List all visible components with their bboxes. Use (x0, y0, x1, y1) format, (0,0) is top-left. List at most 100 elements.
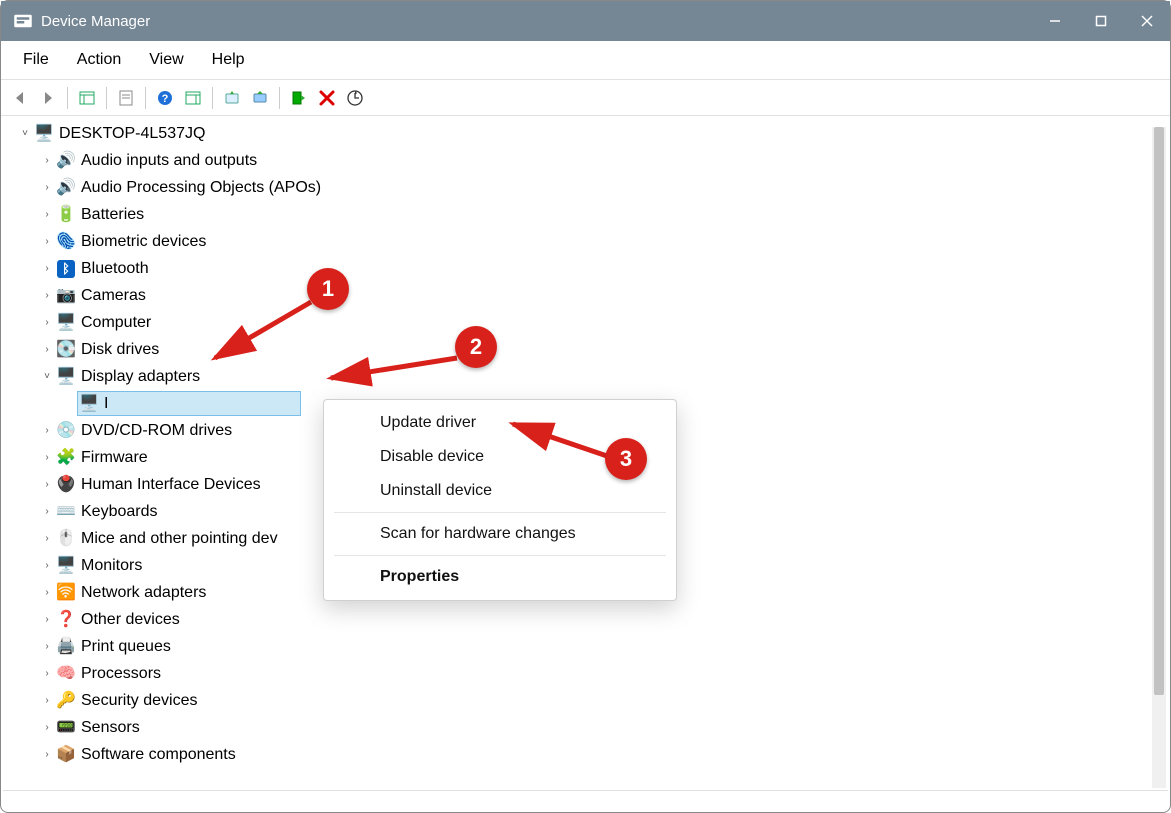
update-driver-button[interactable] (247, 85, 273, 111)
maximize-button[interactable] (1078, 1, 1124, 41)
callout-1: 1 (307, 268, 349, 310)
scrollbar-thumb[interactable] (1154, 127, 1164, 695)
tree-category-label: Network adapters (77, 584, 206, 602)
tree-category-label: Disk drives (77, 341, 159, 359)
toolbar-separator (67, 87, 68, 109)
window-buttons (1032, 1, 1170, 41)
category-icon: 📷 (55, 288, 77, 304)
category-icon: ᛒ (55, 260, 77, 278)
category-icon: 🖨️ (55, 639, 77, 655)
category-icon: 🖲️ (55, 477, 77, 493)
expand-arrow-icon[interactable]: › (39, 182, 55, 193)
tree-category[interactable]: › 📦 Software components (39, 741, 1170, 768)
tree-category-label: Firmware (77, 449, 148, 467)
device-label: I (100, 395, 300, 413)
properties-button[interactable] (113, 85, 139, 111)
category-icon: 🛜 (55, 585, 77, 601)
expand-arrow-icon[interactable]: › (39, 452, 55, 463)
tree-root[interactable]: ˅ 🖥️ DESKTOP-4L537JQ (17, 120, 1170, 147)
back-button[interactable] (7, 85, 33, 111)
tree-category-label: Sensors (77, 719, 140, 737)
tree-category[interactable]: › 🔊 Audio inputs and outputs (39, 147, 1170, 174)
category-icon: ❓ (55, 612, 77, 628)
expand-arrow-icon[interactable]: › (39, 425, 55, 436)
titlebar: Device Manager (1, 1, 1170, 41)
ctx-properties[interactable]: Properties (324, 560, 676, 594)
expand-arrow-icon[interactable]: › (39, 479, 55, 490)
tree-category[interactable]: › ᛒ Bluetooth (39, 255, 1170, 282)
toolbar-separator (145, 87, 146, 109)
category-icon: 🔋 (55, 207, 77, 223)
tree-category-label: Display adapters (77, 368, 200, 386)
expand-arrow-icon[interactable]: › (39, 263, 55, 274)
expand-arrow-icon[interactable]: › (39, 695, 55, 706)
action-panel-button[interactable] (180, 85, 206, 111)
expand-arrow-icon[interactable]: › (39, 317, 55, 328)
ctx-scan-hardware[interactable]: Scan for hardware changes (324, 517, 676, 551)
expand-arrow-icon[interactable]: ˅ (17, 128, 33, 139)
tree-category[interactable]: › 🔊 Audio Processing Objects (APOs) (39, 174, 1170, 201)
tree-category-label: Audio inputs and outputs (77, 152, 257, 170)
close-button[interactable] (1124, 1, 1170, 41)
category-icon: 📦 (55, 747, 77, 763)
tree-category-label: Print queues (77, 638, 171, 656)
uninstall-device-button[interactable] (314, 85, 340, 111)
menu-view[interactable]: View (135, 45, 197, 75)
tree-category-label: Security devices (77, 692, 198, 710)
tree-category[interactable]: › 🖨️ Print queues (39, 633, 1170, 660)
expand-arrow-icon[interactable]: ˅ (39, 371, 55, 382)
selected-device[interactable]: 🖥️ I (77, 391, 301, 416)
category-icon: 🫆 (55, 234, 77, 250)
expand-arrow-icon[interactable]: › (39, 614, 55, 625)
category-icon: 💽 (55, 342, 77, 358)
tree-category[interactable]: › 🧠 Processors (39, 660, 1170, 687)
show-hide-console-tree-button[interactable] (74, 85, 100, 111)
forward-button[interactable] (35, 85, 61, 111)
vertical-scrollbar[interactable] (1152, 127, 1166, 788)
scan-hardware-button[interactable] (219, 85, 245, 111)
tree-category-label: Monitors (77, 557, 142, 575)
expand-arrow-icon[interactable]: › (39, 560, 55, 571)
tree-category[interactable]: › 🫆 Biometric devices (39, 228, 1170, 255)
expand-arrow-icon[interactable]: › (39, 290, 55, 301)
tree-category-label: Biometric devices (77, 233, 206, 251)
toolbar: ? (1, 80, 1170, 116)
tree-category-label: Mice and other pointing dev (77, 530, 278, 548)
tree-category[interactable]: › 🔋 Batteries (39, 201, 1170, 228)
expand-arrow-icon[interactable]: › (39, 506, 55, 517)
tree-category-label: Human Interface Devices (77, 476, 261, 494)
expand-arrow-icon[interactable]: › (39, 533, 55, 544)
category-icon: 🖱️ (55, 531, 77, 547)
tree-category-label: Software components (77, 746, 236, 764)
menu-action[interactable]: Action (63, 45, 135, 75)
expand-arrow-icon[interactable]: › (39, 209, 55, 220)
toolbar-separator (212, 87, 213, 109)
enable-device-button[interactable] (286, 85, 312, 111)
device-tree-panel: ˅ 🖥️ DESKTOP-4L537JQ› 🔊 Audio inputs and… (1, 116, 1170, 789)
tree-category-label: Audio Processing Objects (APOs) (77, 179, 321, 197)
menu-file[interactable]: File (9, 45, 63, 75)
help-button[interactable]: ? (152, 85, 178, 111)
menu-help[interactable]: Help (198, 45, 259, 75)
scan-for-changes-button[interactable] (342, 85, 368, 111)
expand-arrow-icon[interactable]: › (39, 236, 55, 247)
ctx-separator (334, 512, 666, 513)
minimize-button[interactable] (1032, 1, 1078, 41)
category-icon: 🧩 (55, 450, 77, 466)
svg-text:?: ? (162, 93, 169, 105)
expand-arrow-icon[interactable]: › (39, 749, 55, 760)
category-icon: 💿 (55, 423, 77, 439)
category-icon: 📟 (55, 720, 77, 736)
expand-arrow-icon[interactable]: › (39, 722, 55, 733)
expand-arrow-icon[interactable]: › (39, 587, 55, 598)
expand-arrow-icon[interactable]: › (39, 155, 55, 166)
tree-category[interactable]: › 🔑 Security devices (39, 687, 1170, 714)
expand-arrow-icon[interactable]: › (39, 668, 55, 679)
expand-arrow-icon[interactable]: › (39, 344, 55, 355)
expand-arrow-icon[interactable]: › (39, 641, 55, 652)
tree-category[interactable]: › 📟 Sensors (39, 714, 1170, 741)
tree-category[interactable]: › ❓ Other devices (39, 606, 1170, 633)
tree-category-label: DVD/CD-ROM drives (77, 422, 232, 440)
category-icon: 🔑 (55, 693, 77, 709)
callout-2: 2 (455, 326, 497, 368)
